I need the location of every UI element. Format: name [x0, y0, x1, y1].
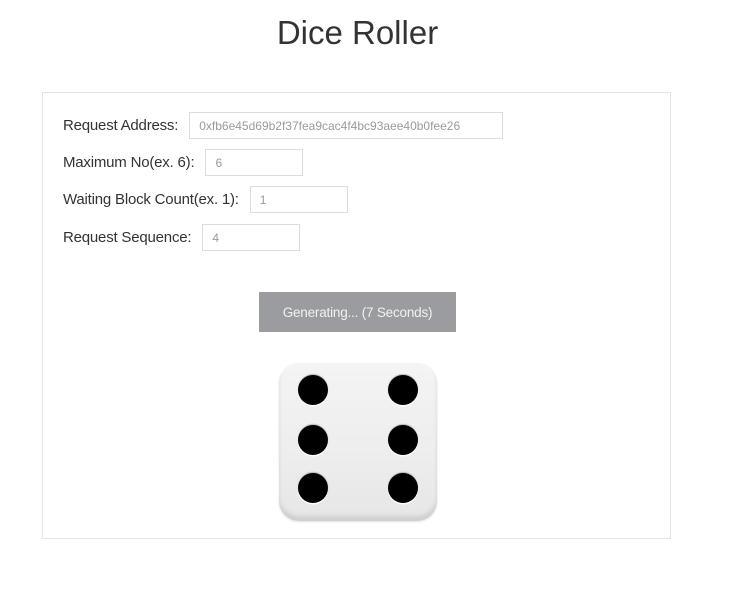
die-pip	[388, 425, 418, 455]
maximum-no-input[interactable]	[205, 149, 304, 176]
die-pip	[388, 375, 418, 405]
die-pip	[298, 473, 328, 503]
request-sequence-row: Request Sequence:	[63, 224, 301, 251]
dice-roller-panel: Request Address: Maximum No(ex. 6): Wait…	[42, 92, 671, 539]
maximum-no-row: Maximum No(ex. 6):	[63, 149, 304, 176]
request-address-label: Request Address:	[63, 117, 179, 134]
die-pip	[298, 375, 328, 405]
page-title: Dice Roller	[276, 14, 439, 51]
request-sequence-input[interactable]	[202, 224, 301, 251]
waiting-block-count-label: Waiting Block Count(ex. 1):	[63, 191, 239, 208]
dice-six-icon	[279, 363, 437, 521]
request-address-row: Request Address:	[63, 112, 504, 139]
request-address-input[interactable]	[189, 112, 504, 139]
die-pip	[388, 473, 418, 503]
waiting-block-count-row: Waiting Block Count(ex. 1):	[63, 186, 348, 213]
maximum-no-label: Maximum No(ex. 6):	[63, 154, 195, 171]
request-sequence-label: Request Sequence:	[63, 229, 192, 246]
generate-button[interactable]: Generating... (7 Seconds)	[259, 292, 456, 332]
waiting-block-count-input[interactable]	[249, 186, 348, 213]
die-pip	[298, 425, 328, 455]
